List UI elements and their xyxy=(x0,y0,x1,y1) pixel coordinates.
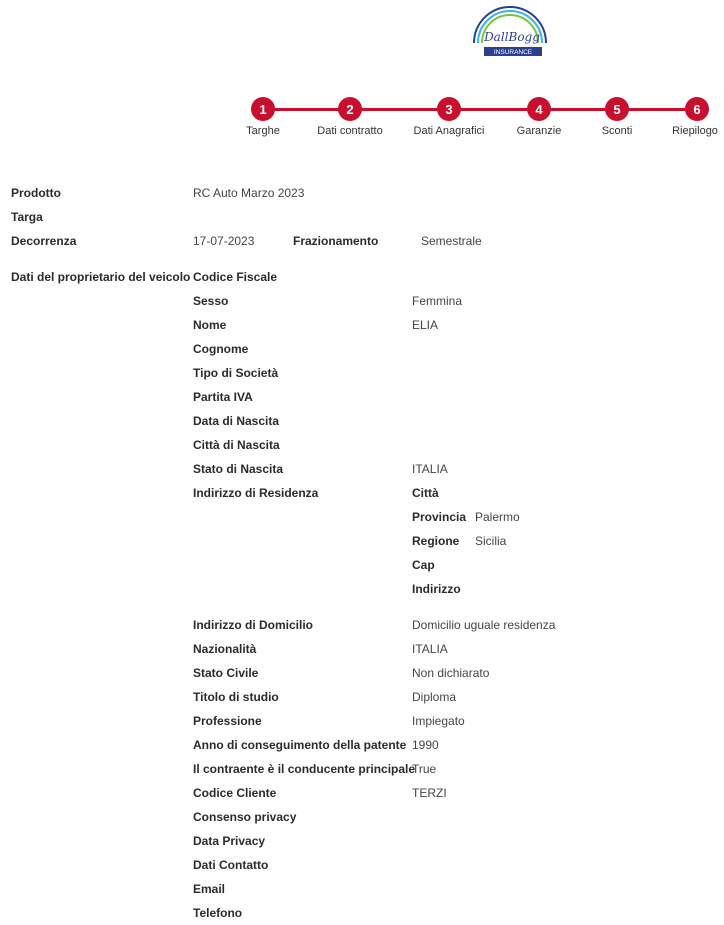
residenza-label: Cap xyxy=(412,558,435,572)
field-label: Nome xyxy=(193,318,227,332)
field-value: ITALIA xyxy=(412,642,448,656)
field-row-codice-fiscale: Codice Fiscale xyxy=(0,269,724,285)
field-row-cognome: Cognome xyxy=(0,341,724,357)
field-label: Data Privacy xyxy=(193,834,266,848)
summary-row-targa: Targa xyxy=(0,209,724,225)
frazionamento-value: Semestrale xyxy=(421,234,482,248)
targa-label: Targa xyxy=(11,210,43,224)
field-row-stato-nascita: Stato di Nascita ITALIA xyxy=(0,461,724,477)
residenza-row-regione: Regione Sicilia xyxy=(0,533,724,549)
field-row-email: Email xyxy=(0,881,724,897)
prodotto-label: Prodotto xyxy=(11,186,61,200)
field-label: Professione xyxy=(193,714,262,728)
field-row-partita-iva: Partita IVA xyxy=(0,389,724,405)
field-label: Stato di Nascita xyxy=(193,462,284,476)
residenza-value: Palermo xyxy=(475,510,520,524)
field-row-conducente-principale: Il contraente è il conducente principale… xyxy=(0,761,724,777)
field-value: Diploma xyxy=(412,690,457,704)
summary-row-prodotto: Prodotto RC Auto Marzo 2023 xyxy=(0,185,724,201)
field-value: True xyxy=(412,762,437,776)
field-value: ITALIA xyxy=(412,462,448,476)
svg-text:DallBogg: DallBogg xyxy=(483,30,540,44)
step-number: 2 xyxy=(338,97,362,121)
step-number: 3 xyxy=(437,97,461,121)
field-row-dati-contatto: Dati Contatto xyxy=(0,857,724,873)
step-label: Riepilogo xyxy=(672,125,718,137)
prodotto-value: RC Auto Marzo 2023 xyxy=(193,186,305,200)
step-number: 4 xyxy=(527,97,551,121)
field-label: Stato Civile xyxy=(193,666,259,680)
progress-stepper: 1 Targhe 2 Dati contratto 3 Dati Anagraf… xyxy=(0,96,724,146)
field-value: Impiegato xyxy=(412,714,465,728)
field-label: Sesso xyxy=(193,294,229,308)
field-row-sesso: Sesso Femmina xyxy=(0,293,724,309)
step-number: 6 xyxy=(685,97,709,121)
field-row-nazionalita: Nazionalità ITALIA xyxy=(0,641,724,657)
field-label: Email xyxy=(193,882,226,896)
frazionamento-label: Frazionamento xyxy=(293,234,379,248)
field-label: Città di Nascita xyxy=(193,438,280,452)
field-label: Dati Contatto xyxy=(193,858,269,872)
field-label: Consenso privacy xyxy=(193,810,297,824)
field-value: Femmina xyxy=(412,294,463,308)
residenza-row-indirizzo: Indirizzo xyxy=(0,581,724,597)
field-label: Indirizzo di Domicilio xyxy=(193,618,313,632)
field-value: Domicilio uguale residenza xyxy=(412,618,556,632)
field-value: ELIA xyxy=(412,318,439,332)
stepper-track xyxy=(263,108,698,111)
summary-row-decorrenza: Decorrenza 17-07-2023 Frazionamento Seme… xyxy=(0,233,724,249)
svg-text:INSURANCE: INSURANCE xyxy=(494,49,533,56)
field-row-professione: Professione Impiegato xyxy=(0,713,724,729)
field-row-telefono: Telefono xyxy=(0,905,724,921)
residenza-value: Sicilia xyxy=(475,534,507,548)
residenza-row-citta: Città xyxy=(0,485,724,501)
residenza-row-provincia: Provincia Palermo xyxy=(0,509,724,525)
step-label: Sconti xyxy=(601,125,633,137)
field-label: Nazionalità xyxy=(193,642,257,656)
field-label: Il contraente è il conducente principale xyxy=(193,762,416,776)
field-row-consenso-privacy: Consenso privacy xyxy=(0,809,724,825)
field-row-data-nascita: Data di Nascita xyxy=(0,413,724,429)
field-value: TERZI xyxy=(412,786,447,800)
field-row-titolo-studio: Titolo di studio Diploma xyxy=(0,689,724,705)
residenza-label: Regione xyxy=(412,534,460,548)
residenza-label: Indirizzo xyxy=(412,582,461,596)
step-number: 5 xyxy=(605,97,629,121)
field-label: Codice Fiscale xyxy=(193,270,278,284)
field-row-stato-civile: Stato Civile Non dichiarato xyxy=(0,665,724,681)
field-row-nome: Nome ELIA xyxy=(0,317,724,333)
field-row-citta-nascita: Città di Nascita xyxy=(0,437,724,453)
decorrenza-label: Decorrenza xyxy=(11,234,77,248)
field-row-data-privacy: Data Privacy xyxy=(0,833,724,849)
residenza-row-cap: Cap xyxy=(0,557,724,573)
field-label: Telefono xyxy=(193,906,243,920)
field-label: Codice Cliente xyxy=(193,786,277,800)
field-label: Cognome xyxy=(193,342,249,356)
field-label: Titolo di studio xyxy=(193,690,279,704)
residenza-label: Città xyxy=(412,486,439,500)
field-label: Data di Nascita xyxy=(193,414,280,428)
brand-logo: DallBogg INSURANCE xyxy=(468,3,552,58)
field-label: Anno di conseguimento della patente xyxy=(193,738,407,752)
field-row-codice-cliente: Codice Cliente TERZI xyxy=(0,785,724,801)
decorrenza-value: 17-07-2023 xyxy=(193,234,255,248)
field-row-anno-patente: Anno di conseguimento della patente 1990 xyxy=(0,737,724,753)
field-label: Tipo di Società xyxy=(193,366,279,380)
field-value: Non dichiarato xyxy=(412,666,490,680)
step-number: 1 xyxy=(251,97,275,121)
field-value: 1990 xyxy=(412,738,439,752)
field-row-indirizzo-domicilio: Indirizzo di Domicilio Domicilio uguale … xyxy=(0,617,724,633)
residenza-label: Provincia xyxy=(412,510,467,524)
field-label: Partita IVA xyxy=(193,390,253,404)
field-row-tipo-societa: Tipo di Società xyxy=(0,365,724,381)
